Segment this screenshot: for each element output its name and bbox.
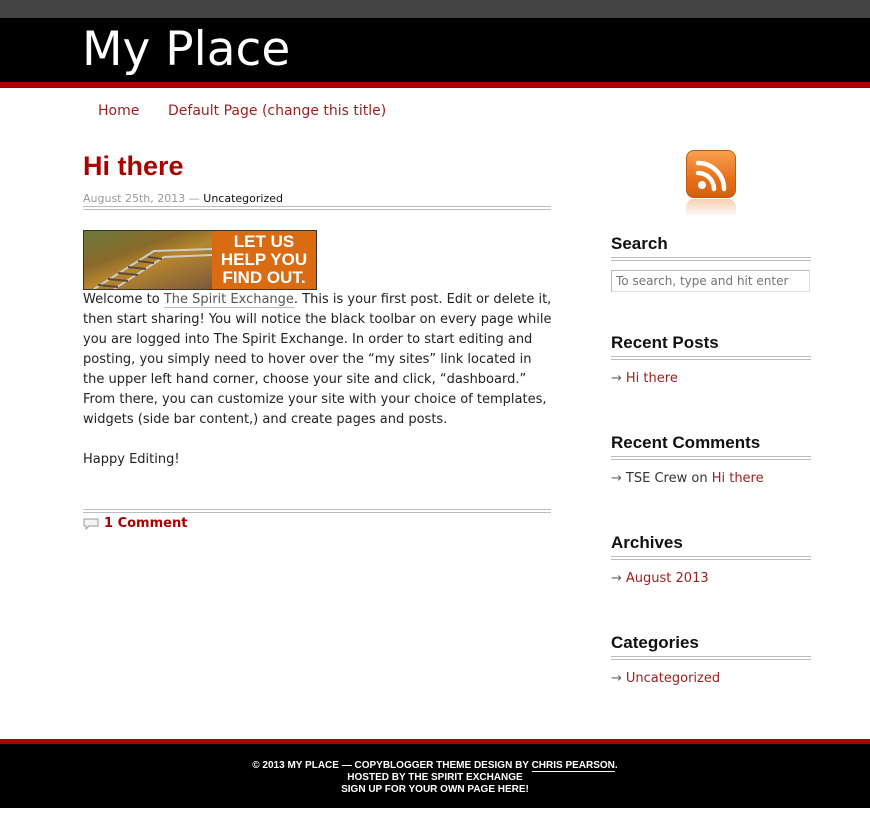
spirit-exchange-link[interactable]: The Spirit Exchange xyxy=(163,292,294,308)
recent-comment-item: → TSE Crew on Hi there xyxy=(611,471,764,486)
rss-reflection xyxy=(686,199,736,217)
post-footer-divider xyxy=(83,509,551,513)
nav-item-home[interactable]: Home xyxy=(98,103,139,119)
banner-line: FIND OUT. xyxy=(222,268,306,287)
recent-post-item: → Hi there xyxy=(611,371,678,386)
rss-glyph xyxy=(695,160,727,192)
comment-bubble-icon xyxy=(83,518,99,530)
category-link[interactable]: Uncategorized xyxy=(626,671,720,686)
widget-divider xyxy=(611,356,811,360)
browser-top-strip xyxy=(0,0,870,18)
designer-link[interactable]: CHRIS PEARSON xyxy=(531,760,615,772)
footer-text: © 2013 MY PLACE — COPYBLOGGER THEME DESI… xyxy=(252,760,532,771)
footer-text: . xyxy=(614,760,618,771)
arrow-right-icon: → xyxy=(611,571,622,586)
widget-divider xyxy=(611,656,811,660)
site-header: My Place xyxy=(0,18,870,82)
archive-item: → August 2013 xyxy=(611,571,709,586)
archive-link[interactable]: August 2013 xyxy=(626,571,709,586)
search-widget-title: Search xyxy=(611,234,668,253)
post-content: Welcome to The Spirit Exchange. This is … xyxy=(83,290,553,490)
post-text: . This is your first post. Edit or delet… xyxy=(83,292,552,427)
post-date: August 25th, 2013 xyxy=(83,192,186,205)
banner-line: HELP YOU xyxy=(220,250,308,269)
post-category-link[interactable]: Uncategorized xyxy=(203,192,283,205)
post-paragraph: Welcome to The Spirit Exchange. This is … xyxy=(83,290,553,430)
footer-signup[interactable]: SIGN UP FOR YOUR OWN PAGE HERE! xyxy=(0,784,870,796)
post-meta: August 25th, 2013 — Uncategorized xyxy=(83,192,283,205)
promo-banner[interactable]: LET US HELP YOU FIND OUT. xyxy=(83,230,317,290)
comment-post-link[interactable]: Hi there xyxy=(712,471,764,486)
post-closing: Happy Editing! xyxy=(83,452,180,467)
banner-text: LET US HELP YOU FIND OUT. xyxy=(212,231,316,289)
search-input[interactable] xyxy=(611,270,810,292)
header-accent-bar xyxy=(0,82,870,88)
recent-posts-title: Recent Posts xyxy=(611,333,719,352)
comment-author: TSE Crew xyxy=(625,471,688,486)
site-title[interactable]: My Place xyxy=(82,22,290,78)
banner-line: LET US xyxy=(233,232,295,251)
arrow-right-icon: → xyxy=(611,671,622,686)
widget-divider xyxy=(611,257,811,261)
nav-item-default-page[interactable]: Default Page (change this title) xyxy=(168,103,386,119)
rss-icon[interactable] xyxy=(686,150,736,198)
recent-comments-title: Recent Comments xyxy=(611,433,761,452)
page-bottom xyxy=(0,808,870,822)
widget-divider xyxy=(611,456,811,460)
comment-joiner: on xyxy=(691,471,708,486)
archives-title: Archives xyxy=(611,533,683,552)
category-item: → Uncategorized xyxy=(611,671,720,686)
widget-divider xyxy=(611,556,811,560)
arrow-right-icon: → xyxy=(611,471,622,486)
post-header-divider xyxy=(83,206,551,210)
footer-credit: © 2013 MY PLACE — COPYBLOGGER THEME DESI… xyxy=(0,760,870,772)
recent-post-link[interactable]: Hi there xyxy=(626,371,678,386)
categories-title: Categories xyxy=(611,633,699,652)
post-title[interactable]: Hi there xyxy=(83,151,184,182)
footer-hosted[interactable]: HOSTED BY THE SPIRIT EXCHANGE xyxy=(0,772,870,784)
arrow-right-icon: → xyxy=(611,371,622,386)
site-footer: © 2013 MY PLACE — COPYBLOGGER THEME DESI… xyxy=(0,744,870,808)
railroad-tracks-image xyxy=(93,248,212,289)
meta-separator: — xyxy=(188,192,200,205)
comments-link[interactable]: 1 Comment xyxy=(104,516,187,531)
post-text: Welcome to xyxy=(83,292,164,307)
